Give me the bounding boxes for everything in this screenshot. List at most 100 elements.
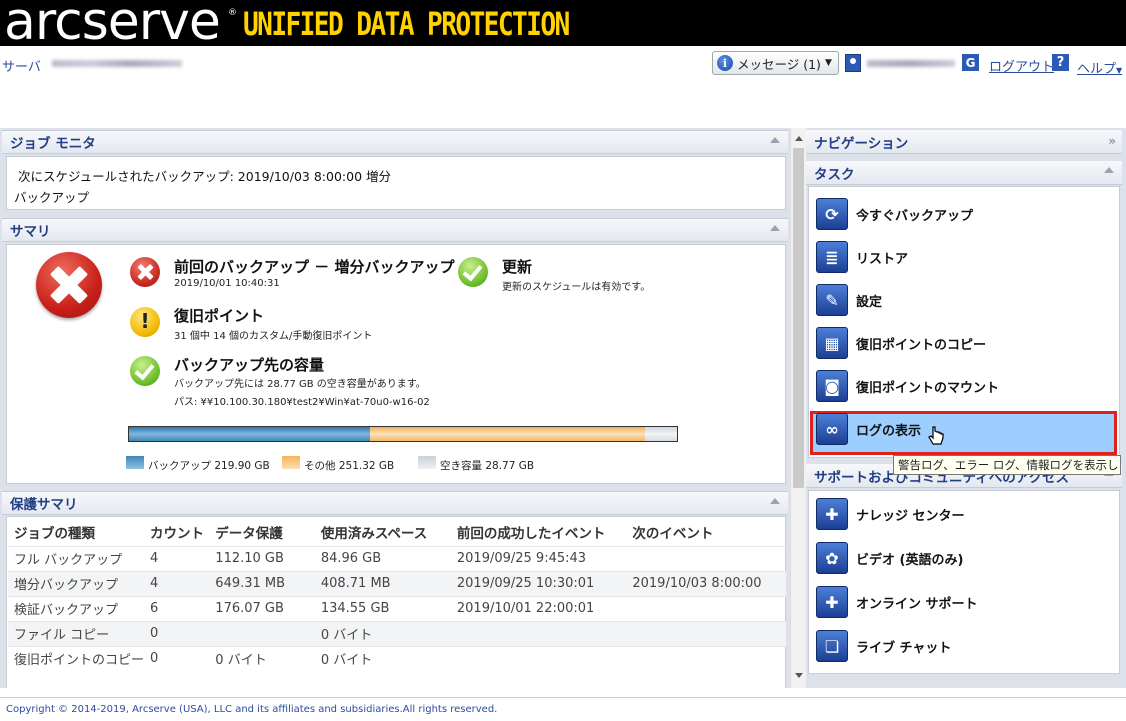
messages-label: メッセージ (1) [737,56,821,72]
table-cell: 0 [144,645,210,671]
backup-now-icon: ⟳ [816,198,848,230]
online-support-icon: ✚ [816,586,848,618]
recovery-point-warning-icon [130,307,160,337]
next-scheduled-backup-cont: バックアップ [14,190,90,205]
logout-link[interactable]: ログアウト [989,56,1054,75]
protection-summary-table: ジョブの種類 カウント データ保護 使用済みスペース 前回の成功したイベント 次のイベント… [8,518,786,671]
collapse-icon[interactable] [770,225,780,231]
help-icon[interactable]: ? [1052,54,1069,71]
last-backup-time: 2019/10/01 10:40:31 [174,278,280,289]
knowledge-center-icon: ✚ [816,498,848,530]
support-item[interactable]: ❏ ライブ チャット [816,627,1116,665]
server-label: サーバ [2,60,41,75]
table-cell: 0 バイト [314,620,451,646]
table-cell: 6 [144,595,210,621]
collapse-icon[interactable] [1104,167,1114,173]
copyright: Copyright © 2014-2019, Arcserve (USA), L… [6,704,498,715]
summary-title: サマリ [10,224,51,240]
restore-icon: ≣ [816,241,848,273]
table-row[interactable]: 増分バックアップ 4 649.31 MB 408.71 MB 2019/09/25 10… [8,570,786,596]
capacity-ok-icon [130,356,160,386]
icon-glyph: ✚ [825,592,839,612]
support-item[interactable]: ✚ オンライン サポート [816,583,1116,621]
icon-glyph: ✿ [825,548,839,568]
summary-body [6,244,786,484]
column-header[interactable]: データ保護 [209,518,315,546]
table-cell [626,595,786,621]
support-item[interactable]: ✚ ナレッジ センター [816,495,1116,533]
recovery-point-title: 復旧ポイント [174,307,265,325]
navigation-header[interactable]: ナビゲーション » [806,130,1122,154]
table-cell: 増分バックアップ [8,570,145,596]
capacity-path: パス: ¥¥10.100.30.180¥test2¥Win¥at-70u0-w1… [174,397,430,408]
help-link[interactable]: ヘルプ▼ [1077,58,1122,77]
support-item[interactable]: ✿ ビデオ (英語のみ) [816,539,1116,577]
table-cell [626,645,786,671]
capacity-segment-other [370,427,646,441]
tasks-item[interactable]: ≣ リストア [816,238,1116,276]
protection-summary-title: 保護サマリ [10,497,78,513]
tasks-item-label: リストア [856,251,909,267]
table-cell: 2019/09/25 10:30:01 [450,570,627,596]
table-cell: ファイル コピー [8,620,145,646]
product-name: UNIFIED DATA PROTECTION [243,5,570,43]
capacity-segment-free [645,427,677,441]
footer: Copyright © 2014-2019, Arcserve (USA), L… [0,697,1126,721]
table-cell: 0 バイト [209,645,315,671]
icon-glyph: ≣ [825,247,839,267]
column-header[interactable]: ジョブの種類 [8,518,144,546]
table-cell: 0 [144,620,210,646]
scroll-down-icon[interactable] [795,673,803,678]
table-row[interactable]: フル バックアップ 4 112.10 GB 84.96 GB 2019/09/25 9:… [8,545,786,571]
left-scrollbar[interactable] [790,128,806,688]
protection-summary-header[interactable]: 保護サマリ [2,491,788,515]
tasks-item[interactable]: ▦ 復旧ポイントのコピー [816,324,1116,362]
table-row[interactable]: ファイル コピー 0 0 バイト [8,620,786,646]
table-cell: 2019/10/01 22:00:01 [450,595,627,621]
capacity-title: バックアップ先の容量 [174,356,325,374]
icon-glyph: ◙ [824,376,840,396]
legend-free: 空き容量 28.77 GB [440,460,535,472]
user-name-blurred [867,60,955,67]
table-cell: 0 バイト [314,645,451,671]
column-header[interactable]: 前回の成功したイベント [451,518,626,546]
table-cell: 検証バックアップ [8,595,145,621]
summary-header[interactable]: サマリ [2,218,788,242]
table-cell [626,545,786,571]
table-cell: 復旧ポイントのコピー [8,645,145,671]
job-monitor-title: ジョブ モニタ [10,136,96,152]
table-cell: 4 [144,570,210,596]
chevron-down-icon: ▼ [824,58,832,68]
icon-glyph: ⟳ [825,204,839,224]
legend-backup-swatch [126,456,144,469]
overall-error-icon [36,252,102,318]
job-monitor-header[interactable]: ジョブ モニタ [2,130,788,154]
table-row[interactable]: 復旧ポイントのコピー 0 0 バイト 0 バイト [8,645,786,671]
view-logs-tooltip: 警告ログ、エラー ログ、情報ログを表示します [893,455,1121,475]
arcserve-logo: arcserve [4,0,221,46]
messages-button[interactable]: i メッセージ (1) ▼ [712,51,839,75]
legend-other: その他 251.32 GB [304,460,395,472]
column-header[interactable]: 次のイベント [626,518,786,546]
scroll-up-icon[interactable] [795,136,803,141]
icon-glyph: ✎ [825,290,839,310]
collapse-icon[interactable] [770,137,780,143]
double-chevron-right-icon[interactable]: » [1108,134,1116,148]
support-item-label: オンライン サポート [856,596,978,612]
legend-backup: バックアップ 219.90 GB [148,460,270,472]
tasks-item[interactable]: ◙ 復旧ポイントのマウント [816,367,1116,405]
tasks-item[interactable]: ✎ 設定 [816,281,1116,319]
collapse-icon[interactable] [770,498,780,504]
logout-icon[interactable]: G [962,54,979,71]
scroll-thumb[interactable] [793,148,804,488]
tasks-item[interactable]: ⟳ 今すぐバックアップ [816,195,1116,233]
table-row[interactable]: 検証バックアップ 6 176.07 GB 134.55 GB 2019/10/01 22… [8,595,786,621]
tasks-header[interactable]: タスク [806,161,1122,185]
table-cell [626,620,786,646]
column-header[interactable]: カウント [144,518,209,546]
table-cell [209,620,315,646]
tasks-item[interactable]: ∞ ログの表示 [816,410,1116,448]
support-item-label: ライブ チャット [856,640,952,656]
column-header[interactable]: 使用済みスペース [315,518,451,546]
last-backup-title: 前回のバックアップ － 増分バックアップ [174,258,455,276]
